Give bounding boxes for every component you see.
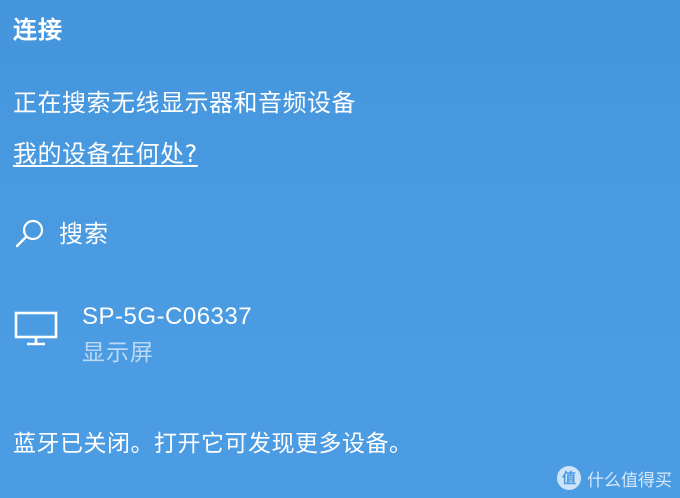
watermark-text: 什么值得买 [587,470,672,491]
connect-panel: 连接 正在搜索无线显示器和音频设备 我的设备在何处? 搜索 SP-5G-C063… [0,0,680,498]
bluetooth-off-note: 蓝牙已关闭。打开它可发现更多设备。 [13,431,413,457]
where-is-my-device-link[interactable]: 我的设备在何处? [13,137,198,171]
device-type: 显示屏 [82,340,154,366]
panel-title: 连接 [13,16,63,44]
device-item[interactable]: SP-5G-C06337 显示屏 [13,298,433,374]
monitor-icon [13,310,59,348]
search-label: 搜索 [59,220,109,248]
device-name: SP-5G-C06337 [82,303,253,330]
search-button[interactable]: 搜索 [13,214,109,254]
watermark: 值 什么值得买 [557,464,672,492]
search-icon [13,217,47,251]
watermark-logo: 值 [557,466,581,490]
search-status-text: 正在搜索无线显示器和音频设备 [13,89,356,117]
